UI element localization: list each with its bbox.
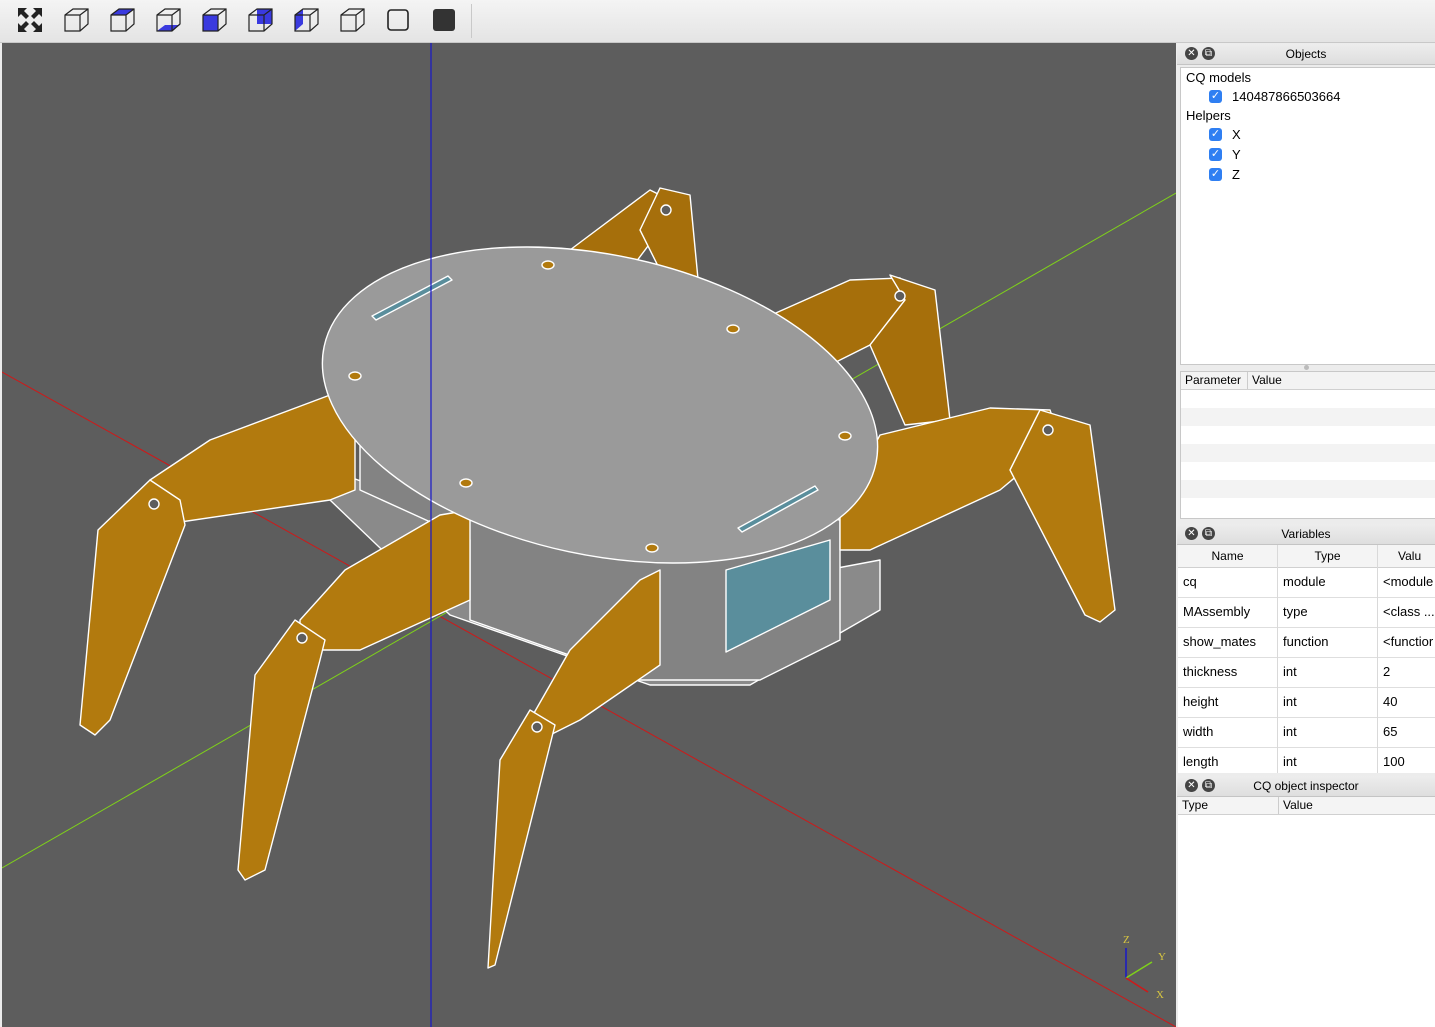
front-view-icon[interactable]: [198, 4, 230, 36]
inspector-table: Type Value: [1178, 797, 1435, 1027]
inspector-table-header: Type Value: [1178, 797, 1435, 815]
top-hole: [541, 260, 555, 270]
fit-view-icon[interactable]: [14, 4, 46, 36]
variable-row[interactable]: MAssembly type <class ...: [1178, 597, 1435, 628]
float-icon[interactable]: ⧉: [1202, 47, 1215, 60]
toolbar-separator: [471, 4, 472, 38]
hexapod-model: [79, 187, 1116, 969]
iso-view-icon[interactable]: [60, 4, 92, 36]
toolbar: [0, 0, 1435, 43]
axis-triad: Z Y X: [1123, 934, 1166, 1001]
parameter-table: Parameter Value: [1180, 371, 1435, 519]
tree-item-y[interactable]: ✓ Y: [1209, 145, 1241, 165]
variables-title: Variables: [1281, 527, 1331, 541]
checkbox-icon[interactable]: ✓: [1209, 128, 1222, 142]
left-view-icon[interactable]: [290, 4, 322, 36]
shaded-icon[interactable]: [428, 4, 460, 36]
variable-row[interactable]: thickness int 2: [1178, 657, 1435, 688]
3d-viewport[interactable]: Z Y X: [2, 43, 1176, 1027]
triad-y-label: Y: [1158, 951, 1166, 963]
variables-panel-title: ✕ ⧉ Variables: [1177, 524, 1435, 545]
close-icon[interactable]: ✕: [1185, 779, 1198, 792]
checkbox-icon[interactable]: ✓: [1209, 90, 1222, 104]
tree-item-model[interactable]: ✓ 140487866503664: [1209, 87, 1340, 107]
top-hole: [645, 543, 659, 553]
tree-item-x[interactable]: ✓ X: [1209, 125, 1241, 145]
splitter-handle[interactable]: [1304, 365, 1309, 370]
leg-front-lower: [487, 709, 556, 969]
top-hole: [838, 431, 852, 441]
variable-row[interactable]: height int 40: [1178, 687, 1435, 718]
variables-table: Name Type Valu cq module <module MAssembly…: [1178, 545, 1435, 773]
variable-row[interactable]: length int 100: [1178, 747, 1435, 773]
top-hole: [726, 324, 740, 334]
inspector-panel-title: ✕ ⧉ CQ object inspector: [1177, 776, 1435, 797]
variable-row[interactable]: width int 65: [1178, 717, 1435, 748]
variable-row[interactable]: show_mates function <functior: [1178, 627, 1435, 658]
right-view-icon[interactable]: [336, 4, 368, 36]
leg-mid-lower: [237, 619, 326, 881]
leg-right-lower: [1009, 409, 1116, 623]
float-icon[interactable]: ⧉: [1202, 527, 1215, 540]
checkbox-icon[interactable]: ✓: [1209, 168, 1222, 182]
triad-z-label: Z: [1123, 934, 1130, 946]
tree-group-helpers[interactable]: Helpers: [1186, 106, 1231, 126]
bottom-view-icon[interactable]: [152, 4, 184, 36]
triad-x-label: X: [1156, 989, 1164, 1001]
tree-group-cq-models[interactable]: CQ models: [1186, 68, 1251, 88]
top-hole: [459, 478, 473, 488]
float-icon[interactable]: ⧉: [1202, 779, 1215, 792]
objects-tree: CQ models ✓ 140487866503664 Helpers ✓ X ✓ Y…: [1180, 67, 1435, 365]
back-view-icon[interactable]: [244, 4, 276, 36]
tree-item-z[interactable]: ✓ Z: [1209, 165, 1240, 185]
close-icon[interactable]: ✕: [1185, 527, 1198, 540]
top-view-icon[interactable]: [106, 4, 138, 36]
variable-row[interactable]: cq module <module: [1178, 567, 1435, 598]
leg-left-lower: [79, 479, 186, 736]
close-icon[interactable]: ✕: [1185, 47, 1198, 60]
variables-table-header: Name Type Valu: [1178, 545, 1435, 568]
top-hole: [348, 371, 362, 381]
objects-panel-title: ✕ ⧉ Objects: [1177, 44, 1435, 65]
objects-title: Objects: [1285, 47, 1327, 61]
wireframe-icon[interactable]: [382, 4, 414, 36]
parameter-table-header: Parameter Value: [1181, 372, 1435, 390]
inspector-title: CQ object inspector: [1253, 779, 1359, 793]
checkbox-icon[interactable]: ✓: [1209, 148, 1222, 162]
